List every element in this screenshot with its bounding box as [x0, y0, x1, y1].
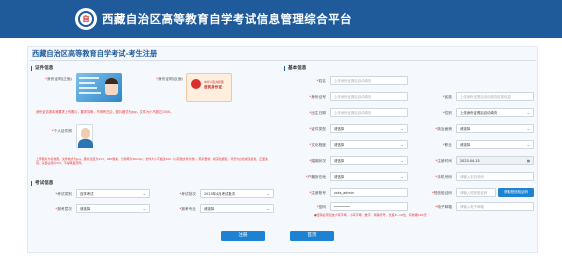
- registration-panel: 西藏自治区高等教育自学考试-考生注册 证件信息 *身份证明(正面) *身份证明(…: [27, 46, 538, 253]
- national-emblem-icon: [191, 79, 201, 89]
- exam-type-select[interactable]: 自学考试 ⌄: [76, 189, 150, 198]
- password-input[interactable]: ••••••••: [330, 202, 408, 211]
- calendar-icon[interactable]: ▦: [527, 157, 530, 164]
- birth-input[interactable]: 上传身份证照后自动填充: [330, 108, 408, 117]
- id-upload-note: 身份证请按本身要求上传照片，要求清晰，不得有白边，图片格式为jpg，文件大小不超…: [36, 110, 174, 114]
- marital-label: *婚姻状况: [309, 159, 326, 163]
- account-input[interactable]: zxks_admin: [330, 188, 408, 197]
- cardtype-label: *证件类型: [309, 127, 326, 131]
- idno-input[interactable]: 上传身份证照后自动填充: [330, 92, 408, 101]
- get-sms-code-button[interactable]: 获取短信验证码: [498, 188, 534, 197]
- nation-input[interactable]: 上传身份证照后自动填充民族信息: [456, 92, 534, 101]
- politics-label: *政治面貌: [435, 127, 452, 131]
- photo-label: *个人证件照: [51, 129, 72, 133]
- edu-label: *文化程度: [309, 143, 326, 147]
- name-input[interactable]: 上传身份证照后自动填充: [330, 76, 408, 85]
- exam-major-label: *报考专业: [179, 207, 196, 211]
- home-button[interactable]: 首页: [290, 231, 334, 241]
- portrait-icon: [105, 78, 118, 95]
- page-title: 西藏自治区高等教育自学考试-考生注册: [32, 49, 158, 58]
- section-exam-title: 考试信息: [31, 181, 53, 186]
- edu-select[interactable]: 请选择 ⌄: [330, 140, 408, 149]
- photo-upload[interactable]: [76, 124, 93, 148]
- exam-level-select[interactable]: 请选择 ⌄: [76, 204, 150, 213]
- exam-type-label: *考试类别: [55, 192, 72, 196]
- password-label: *密码: [316, 205, 326, 209]
- gender-label: *性别: [442, 111, 452, 115]
- emblem-text-2: 居民身份证: [204, 85, 222, 89]
- site-title: 西藏自治区高等教育自学考试信息管理综合平台: [102, 12, 352, 26]
- account-label: *注册账号: [309, 191, 326, 195]
- id-front-label: *身份证明(正面): [45, 77, 72, 81]
- name-label: *姓名: [316, 79, 326, 83]
- emblem-icon: 自: [78, 11, 94, 27]
- idno-label: *身份证号: [309, 95, 326, 99]
- exam-major-select[interactable]: 请选择 ⌄: [200, 204, 274, 213]
- top-header: 自 西藏自治区高等教育自学考试信息管理综合平台: [0, 0, 562, 38]
- section-cert-title: 证件信息: [31, 66, 53, 71]
- emblem-text-1: 中华人民共和国: [204, 80, 224, 84]
- occupation-label: *职业: [442, 143, 452, 147]
- exam-batch-select[interactable]: 2023年4月考试批次 ⌄: [200, 189, 274, 198]
- id-back-upload[interactable]: 中华人民共和国 居民身份证: [186, 73, 232, 102]
- politics-select[interactable]: 请选择 ⌄: [456, 124, 534, 133]
- exam-batch-label: *考试批次: [179, 192, 196, 196]
- occupation-select[interactable]: 请选择 ⌄: [456, 140, 534, 149]
- email-label: *电子邮箱: [435, 205, 452, 209]
- logo: 自: [75, 8, 97, 30]
- email-input[interactable]: 请输入电子邮箱: [456, 202, 534, 211]
- birth-label: *出生日期: [309, 111, 326, 115]
- section-basic-title: 基本信息: [284, 66, 306, 71]
- nation-label: *民族: [442, 95, 452, 99]
- origin-label: *户籍所在地: [305, 175, 326, 179]
- register-button[interactable]: 注册: [221, 231, 265, 241]
- password-rule-note: ●密码必须包含大写字母、小写字母、数字、特殊符号，长度8~16位，有效期180天: [314, 213, 427, 217]
- id-back-label: *身份证明(反面): [156, 77, 183, 81]
- gender-select[interactable]: 上传身份证照后自动填充 ⌄: [456, 108, 534, 117]
- phone-label: *手机号码: [435, 175, 452, 179]
- marital-select[interactable]: 请选择 ⌄: [330, 156, 408, 165]
- reg-date-label: *注册时间: [435, 159, 452, 163]
- exam-level-label: *报考层次: [55, 207, 72, 211]
- photo-upload-note: 上传图片为标准照，文件格式为jpg，图片宽度为413，480像素，分辨率为300…: [36, 157, 268, 166]
- sms-input[interactable]: 请输入短信验证码: [456, 188, 496, 197]
- origin-select[interactable]: 请选择 ⌄: [330, 172, 408, 181]
- reg-date-input: 2023-04-15 ▦: [456, 156, 534, 165]
- id-front-upload[interactable]: [76, 73, 122, 102]
- cardtype-select[interactable]: 请选择 ⌄: [330, 124, 408, 133]
- title-divider: [30, 60, 536, 61]
- sms-label: *短信验证码: [431, 191, 452, 195]
- phone-input[interactable]: 请输入手机号码: [456, 172, 534, 181]
- person-icon: [81, 128, 90, 139]
